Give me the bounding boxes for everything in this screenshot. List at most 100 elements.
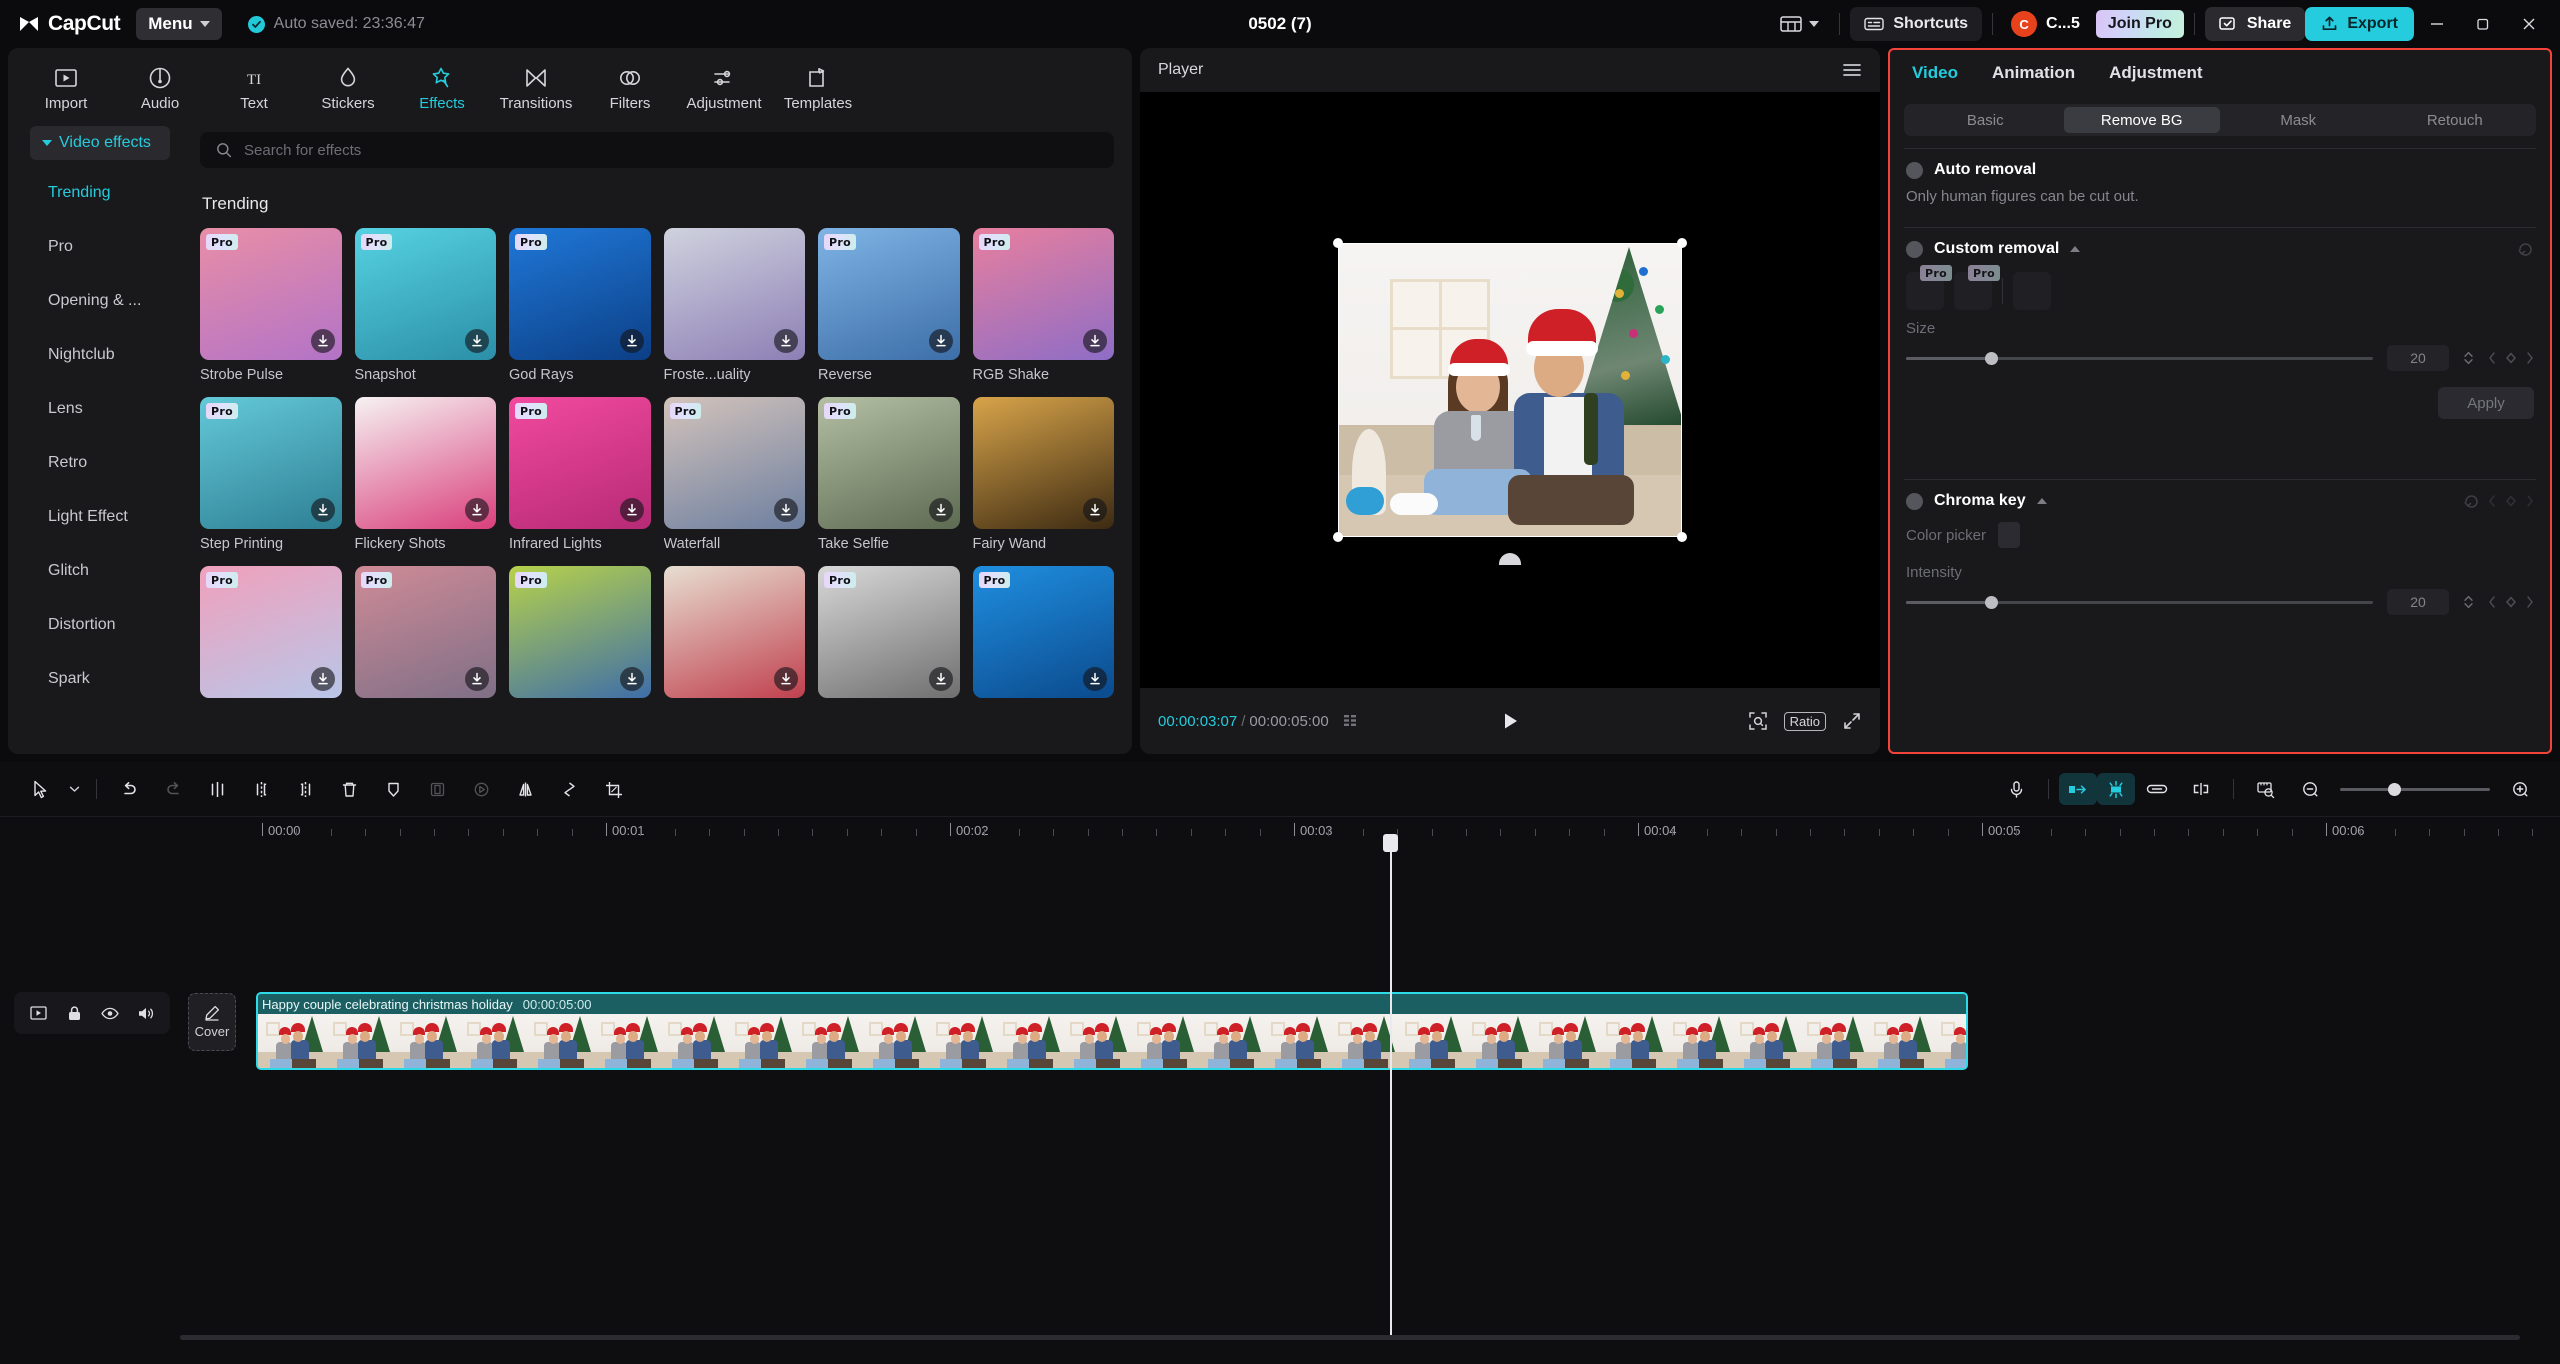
effect-thumbnail[interactable]: Pro xyxy=(509,397,651,529)
play-button[interactable] xyxy=(1500,711,1520,731)
category-item-distortion[interactable]: Distortion xyxy=(8,598,186,652)
effect-thumbnail[interactable]: Pro xyxy=(200,228,342,360)
player-stage[interactable] xyxy=(1140,92,1880,688)
effect-card[interactable]: Pro xyxy=(972,566,1114,705)
download-icon[interactable] xyxy=(928,329,953,353)
rotate-handle[interactable] xyxy=(1499,553,1521,565)
custom-removal-toggle[interactable] xyxy=(1906,240,1923,258)
download-icon[interactable] xyxy=(310,498,335,522)
category-item-light-effect[interactable]: Light Effect xyxy=(8,490,186,544)
tab-templates[interactable]: Templates xyxy=(774,65,862,120)
effect-card[interactable]: Pro Reverse xyxy=(818,228,960,383)
download-icon[interactable] xyxy=(1083,498,1107,522)
playhead-grip[interactable] xyxy=(1383,834,1398,852)
size-slider-knob[interactable] xyxy=(1985,351,1999,365)
tab-filters[interactable]: Filters xyxy=(586,65,674,120)
redo-icon[interactable] xyxy=(151,771,195,807)
effect-card[interactable]: Flickery Shots xyxy=(354,397,496,552)
resize-handle-bottom-left[interactable] xyxy=(1333,532,1343,542)
download-icon[interactable] xyxy=(619,667,644,691)
layout-switch-button[interactable] xyxy=(1770,9,1829,39)
trim-left-icon[interactable] xyxy=(239,771,283,807)
crop-icon[interactable] xyxy=(591,771,635,807)
effect-thumbnail[interactable]: Pro xyxy=(663,397,805,529)
cover-button[interactable]: Cover xyxy=(188,993,236,1051)
effect-card[interactable]: Froste...uality xyxy=(663,228,805,383)
quality-settings-icon[interactable] xyxy=(1343,713,1363,729)
segment-remove-bg[interactable]: Remove BG xyxy=(2063,107,2220,133)
marker-icon[interactable] xyxy=(371,771,415,807)
timeline-zoom-slider[interactable] xyxy=(2340,782,2490,796)
category-item-spark[interactable]: Spark xyxy=(8,652,186,706)
intensity-slider-knob[interactable] xyxy=(1985,595,1999,609)
resize-handle-top-right[interactable] xyxy=(1677,238,1687,248)
eraser-tool-button[interactable] xyxy=(2013,272,2051,310)
effect-thumbnail[interactable] xyxy=(663,566,805,698)
tab-effects[interactable]: Effects xyxy=(398,65,486,120)
effect-thumbnail[interactable]: Pro xyxy=(818,228,960,360)
account-button[interactable]: C C...5 xyxy=(2003,11,2088,37)
mirror-icon[interactable] xyxy=(503,771,547,807)
minimize-button[interactable] xyxy=(2414,4,2460,44)
chevron-up-icon[interactable] xyxy=(2070,246,2081,252)
effect-card[interactable]: Pro Step Printing xyxy=(200,397,342,552)
shortcuts-button[interactable]: Shortcuts xyxy=(1850,7,1983,41)
effect-card[interactable]: Pro RGB Shake xyxy=(972,228,1114,383)
join-pro-button[interactable]: Join Pro xyxy=(2095,10,2184,38)
zoom-in-icon[interactable] xyxy=(2498,771,2542,807)
effect-thumbnail[interactable]: Pro xyxy=(354,566,496,698)
category-item-lens[interactable]: Lens xyxy=(8,382,186,436)
effect-thumbnail[interactable]: Pro xyxy=(509,228,651,360)
reverse-icon[interactable] xyxy=(459,771,503,807)
preview-ruler-icon[interactable] xyxy=(2244,771,2288,807)
effect-thumbnail[interactable]: Pro xyxy=(509,566,651,698)
freeze-frame-icon[interactable] xyxy=(415,771,459,807)
apply-button[interactable]: Apply xyxy=(2438,387,2534,419)
resize-handle-top-left[interactable] xyxy=(1333,238,1343,248)
effect-card[interactable]: Pro God Rays xyxy=(509,228,651,383)
auto-removal-toggle[interactable] xyxy=(1906,161,1923,179)
menu-button[interactable]: Menu xyxy=(136,8,222,40)
timeline-horizontal-scrollbar[interactable] xyxy=(180,1335,2520,1340)
video-selection-frame[interactable] xyxy=(1333,238,1687,565)
video-clip[interactable]: Happy couple celebrating christmas holid… xyxy=(256,992,1968,1070)
download-icon[interactable] xyxy=(774,667,798,691)
properties-tab-video[interactable]: Video xyxy=(1912,63,1958,83)
download-icon[interactable] xyxy=(774,498,798,522)
split-icon[interactable] xyxy=(195,771,239,807)
effect-thumbnail[interactable] xyxy=(972,397,1114,529)
select-tool-icon[interactable] xyxy=(18,771,62,807)
rotate-icon[interactable] xyxy=(547,771,591,807)
effect-card[interactable]: Pro xyxy=(200,566,342,705)
adsorption-icon[interactable] xyxy=(2179,771,2223,807)
brush-tool-button[interactable]: Pro xyxy=(1906,265,1952,310)
tab-audio[interactable]: Audio xyxy=(116,65,204,120)
chevron-up-icon[interactable] xyxy=(2036,498,2047,504)
category-item-opening[interactable]: Opening & ... xyxy=(8,274,186,328)
record-voiceover-icon[interactable] xyxy=(1994,771,2038,807)
fullscreen-icon[interactable] xyxy=(1842,711,1862,731)
download-icon[interactable] xyxy=(465,498,489,522)
effect-card[interactable]: Fairy Wand xyxy=(972,397,1114,552)
intensity-value-input[interactable]: 20 xyxy=(2387,589,2449,615)
intensity-keyframe-controls[interactable] xyxy=(2488,595,2534,609)
download-icon[interactable] xyxy=(465,667,489,691)
reset-icon[interactable] xyxy=(2517,241,2534,258)
effect-card[interactable]: Pro Strobe Pulse xyxy=(200,228,342,383)
size-slider-track[interactable] xyxy=(1906,351,2373,365)
download-icon[interactable] xyxy=(310,329,335,353)
effect-thumbnail[interactable] xyxy=(354,397,496,529)
trim-right-icon[interactable] xyxy=(283,771,327,807)
download-icon[interactable] xyxy=(1083,329,1107,353)
timeline-zoom-knob[interactable] xyxy=(2388,782,2401,796)
properties-tab-animation[interactable]: Animation xyxy=(1992,63,2075,83)
effect-thumbnail[interactable]: Pro xyxy=(972,228,1114,360)
intensity-stepper[interactable] xyxy=(2463,594,2474,610)
effect-thumbnail[interactable]: Pro xyxy=(200,566,342,698)
effect-card[interactable]: Pro xyxy=(509,566,651,705)
tab-adjustment[interactable]: Adjustment xyxy=(680,65,768,120)
effect-card[interactable]: Pro Infrared Lights xyxy=(509,397,651,552)
download-icon[interactable] xyxy=(619,498,644,522)
effect-card[interactable]: Pro Waterfall xyxy=(663,397,805,552)
category-item-glitch[interactable]: Glitch xyxy=(8,544,186,598)
